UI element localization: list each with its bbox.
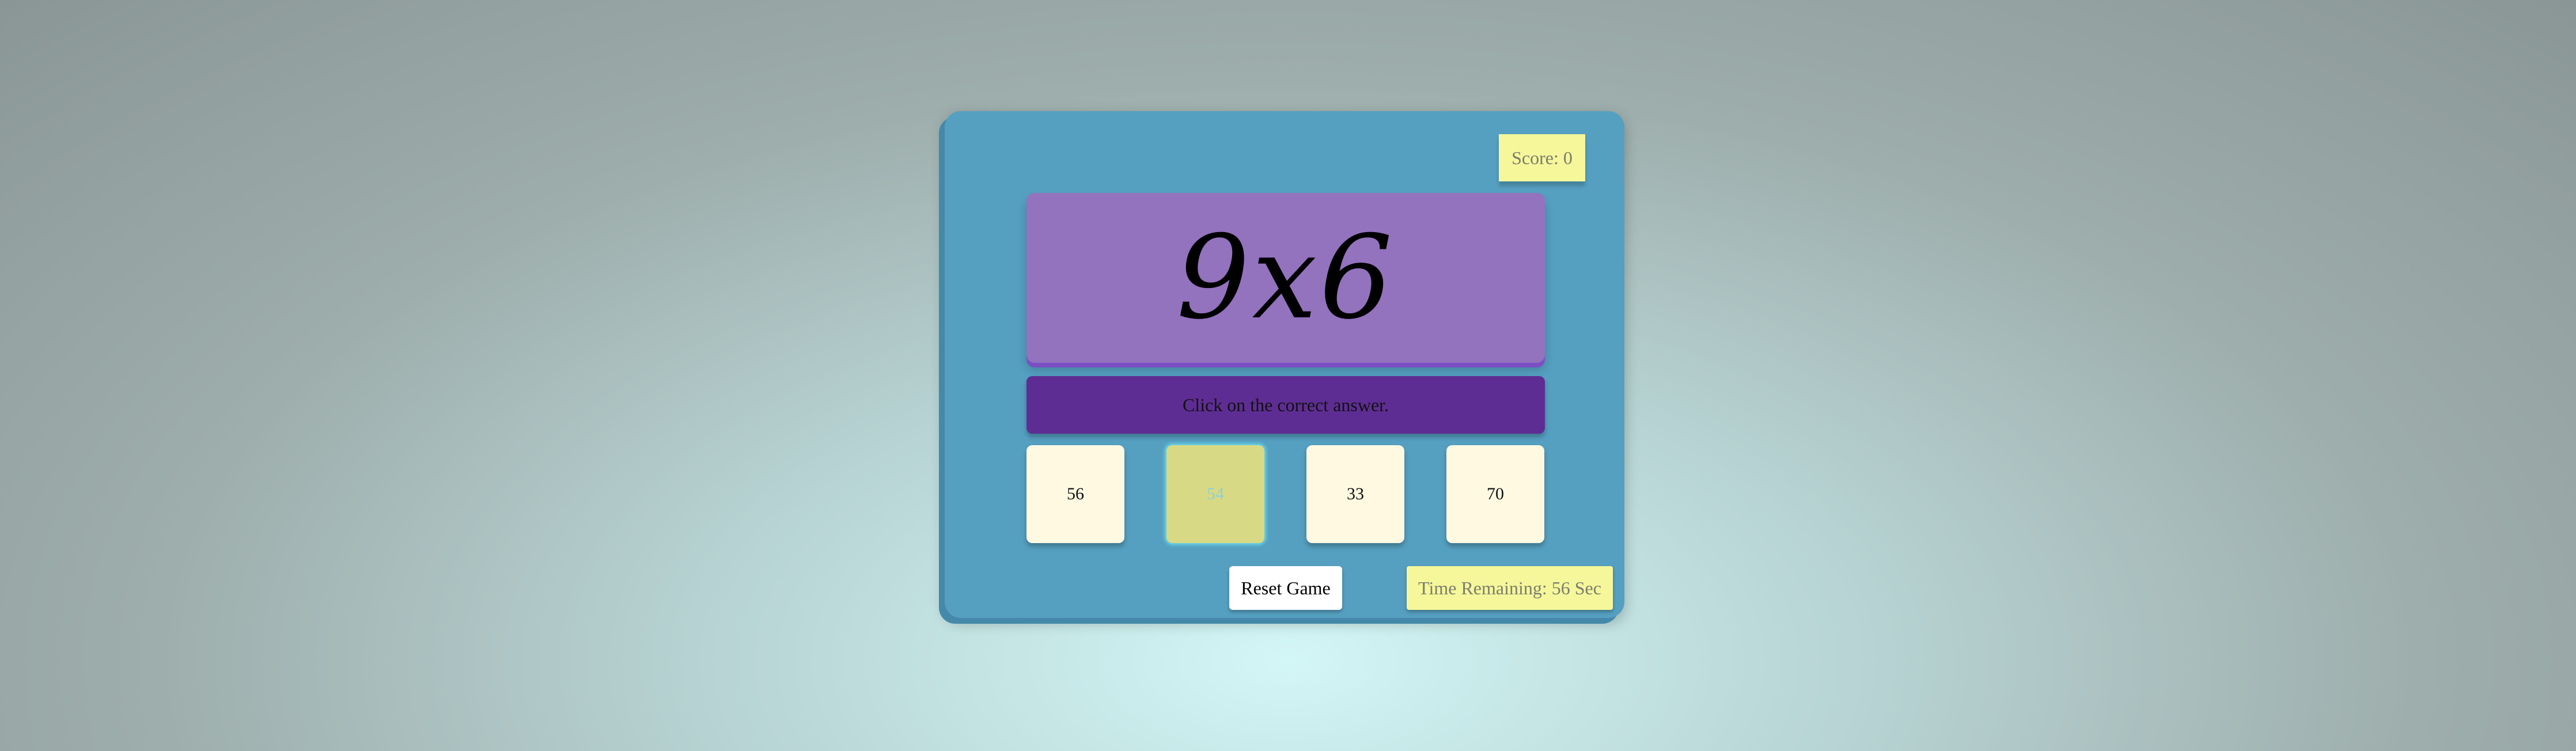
instruction-banner: Click on the correct answer.: [1026, 376, 1545, 434]
answer-choice-4[interactable]: 70: [1446, 445, 1544, 543]
game-container: Score: 0 9x6 Click on the correct answer…: [945, 111, 1624, 618]
reset-game-button[interactable]: Reset Game: [1229, 566, 1342, 610]
time-remaining-box: Time Remaining: 56 Sec: [1407, 566, 1613, 610]
question-display: 9x6: [1026, 193, 1545, 363]
score-box: Score: 0: [1499, 134, 1585, 181]
answer-choice-3[interactable]: 33: [1306, 445, 1404, 543]
answer-choice-1[interactable]: 56: [1026, 445, 1124, 543]
answer-choice-2[interactable]: 54: [1166, 445, 1264, 543]
